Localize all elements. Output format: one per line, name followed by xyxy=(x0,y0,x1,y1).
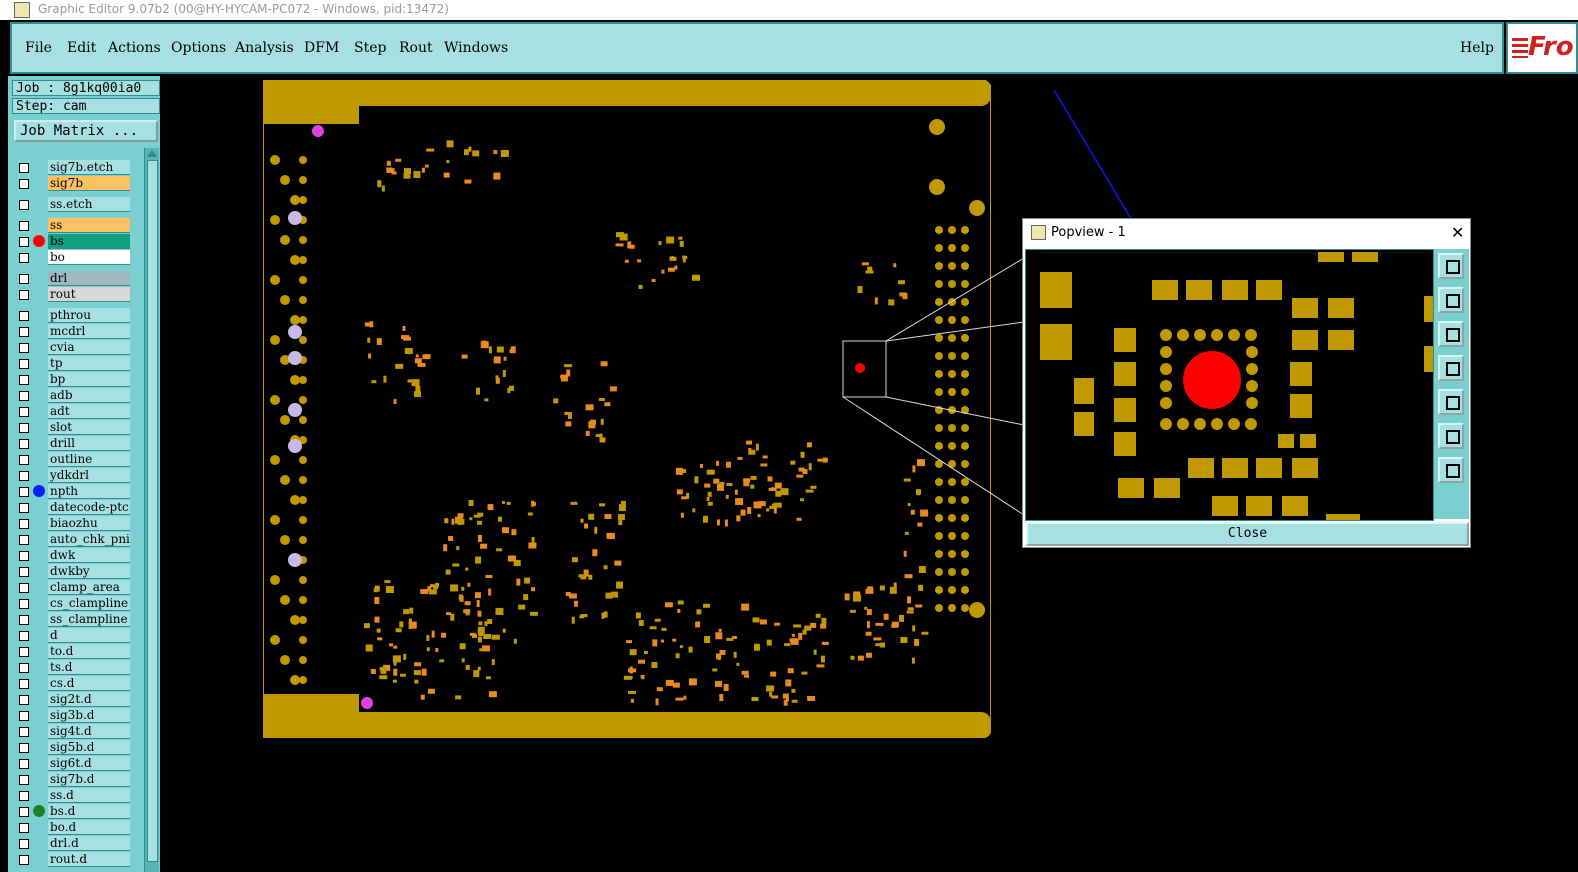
popview-ball xyxy=(1246,380,1258,392)
popview-window: Popview - 1 ✕ Close xyxy=(1022,218,1471,548)
popview-ball xyxy=(1194,329,1206,341)
pan-left-icon xyxy=(1446,362,1460,376)
popview-pad xyxy=(1246,496,1272,516)
popview-ball xyxy=(1160,418,1172,430)
popview-pad xyxy=(1040,272,1072,308)
popview-close-button[interactable]: Close xyxy=(1026,522,1469,546)
pan-right-icon xyxy=(1446,396,1460,410)
pan-left-button[interactable] xyxy=(1438,355,1464,381)
popview-ball xyxy=(1160,346,1172,358)
popview-ball xyxy=(1211,329,1223,341)
popview-pad xyxy=(1188,458,1214,478)
popview-ball xyxy=(1245,418,1257,430)
popview-pad xyxy=(1290,394,1312,418)
popview-pad xyxy=(1424,346,1433,372)
popview-ball xyxy=(1177,418,1189,430)
popview-pad xyxy=(1114,362,1136,386)
popview-pad xyxy=(1292,298,1318,318)
popview-pad xyxy=(1256,458,1282,478)
popview-ball xyxy=(1246,397,1258,409)
popview-ball xyxy=(1194,418,1206,430)
popview-pad xyxy=(1290,362,1312,386)
zoom-out-icon xyxy=(1446,464,1460,478)
popview-ball xyxy=(1160,397,1172,409)
popview-pad xyxy=(1424,296,1433,322)
zoom-in-icon xyxy=(1446,430,1460,444)
popview-ball xyxy=(1228,329,1240,341)
pan-up-button[interactable] xyxy=(1438,287,1464,313)
popview-ball xyxy=(1160,363,1172,375)
popview-pad xyxy=(1114,328,1136,352)
pan-up-icon xyxy=(1446,294,1460,308)
zoom-leader-line xyxy=(885,396,1025,426)
popview-ball xyxy=(1245,329,1257,341)
zoom-fit-button[interactable] xyxy=(1438,253,1464,279)
popview-pad xyxy=(1114,432,1136,456)
popview-pad xyxy=(1326,514,1360,520)
popview-pad xyxy=(1328,298,1354,318)
popview-pad xyxy=(1328,330,1354,350)
popview-pad xyxy=(1222,458,1248,478)
popview-pad xyxy=(1352,252,1378,262)
popview-pad xyxy=(1256,280,1282,300)
popview-pad xyxy=(1222,280,1248,300)
popview-pad xyxy=(1212,496,1238,516)
popview-pad xyxy=(1282,496,1308,516)
popview-pad xyxy=(1074,378,1094,404)
popview-close-icon[interactable]: ✕ xyxy=(1451,223,1464,242)
pan-down-button[interactable] xyxy=(1438,321,1464,347)
zoom-out-button[interactable] xyxy=(1438,457,1464,483)
popview-pad xyxy=(1118,478,1144,498)
popview-ball xyxy=(1246,346,1258,358)
zoom-leader-line xyxy=(885,257,1025,342)
popview-ball xyxy=(1160,329,1172,341)
zoom-leader-line xyxy=(885,321,1025,342)
popview-toolbar xyxy=(1434,249,1469,519)
popview-icon xyxy=(1031,225,1046,240)
popview-ball xyxy=(1228,418,1240,430)
popview-pad xyxy=(1074,412,1094,436)
popview-title: Popview - 1 xyxy=(1051,225,1126,240)
popview-highlight-pad xyxy=(1183,351,1241,409)
zoom-region-frame xyxy=(842,340,887,398)
popview-pad xyxy=(1186,280,1212,300)
popview-pad xyxy=(1152,280,1178,300)
popview-ball xyxy=(1246,363,1258,375)
popview-pad xyxy=(1292,330,1318,350)
popview-pad xyxy=(1278,434,1294,448)
zoom-in-button[interactable] xyxy=(1438,423,1464,449)
popview-pad xyxy=(1292,458,1318,478)
popview-ball xyxy=(1211,418,1223,430)
pan-down-icon xyxy=(1446,328,1460,342)
zoom-fit-icon xyxy=(1446,260,1460,274)
popview-pad xyxy=(1154,478,1180,498)
popview-pad xyxy=(1040,324,1072,360)
popview-pad xyxy=(1300,434,1316,448)
popview-pad xyxy=(1114,398,1136,422)
popview-canvas[interactable] xyxy=(1025,249,1434,521)
popview-ball xyxy=(1160,380,1172,392)
popview-pad xyxy=(1318,252,1344,262)
pan-right-button[interactable] xyxy=(1438,389,1464,415)
popview-ball xyxy=(1177,329,1189,341)
zoom-leader-line xyxy=(842,396,1025,516)
